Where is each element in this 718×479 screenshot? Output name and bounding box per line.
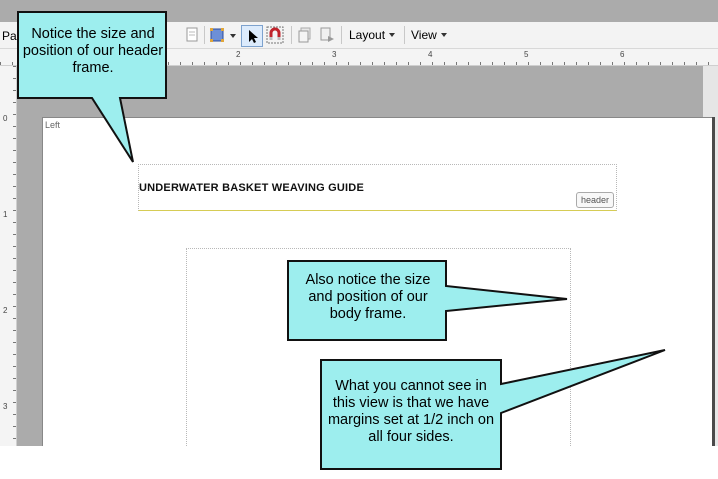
body-callout-text: Also notice the size and position of our… (305, 272, 431, 322)
margin-callout-text: What you cannot see in this view is that… (327, 378, 495, 445)
header-callout-text: Notice the size and position of our head… (22, 26, 164, 76)
